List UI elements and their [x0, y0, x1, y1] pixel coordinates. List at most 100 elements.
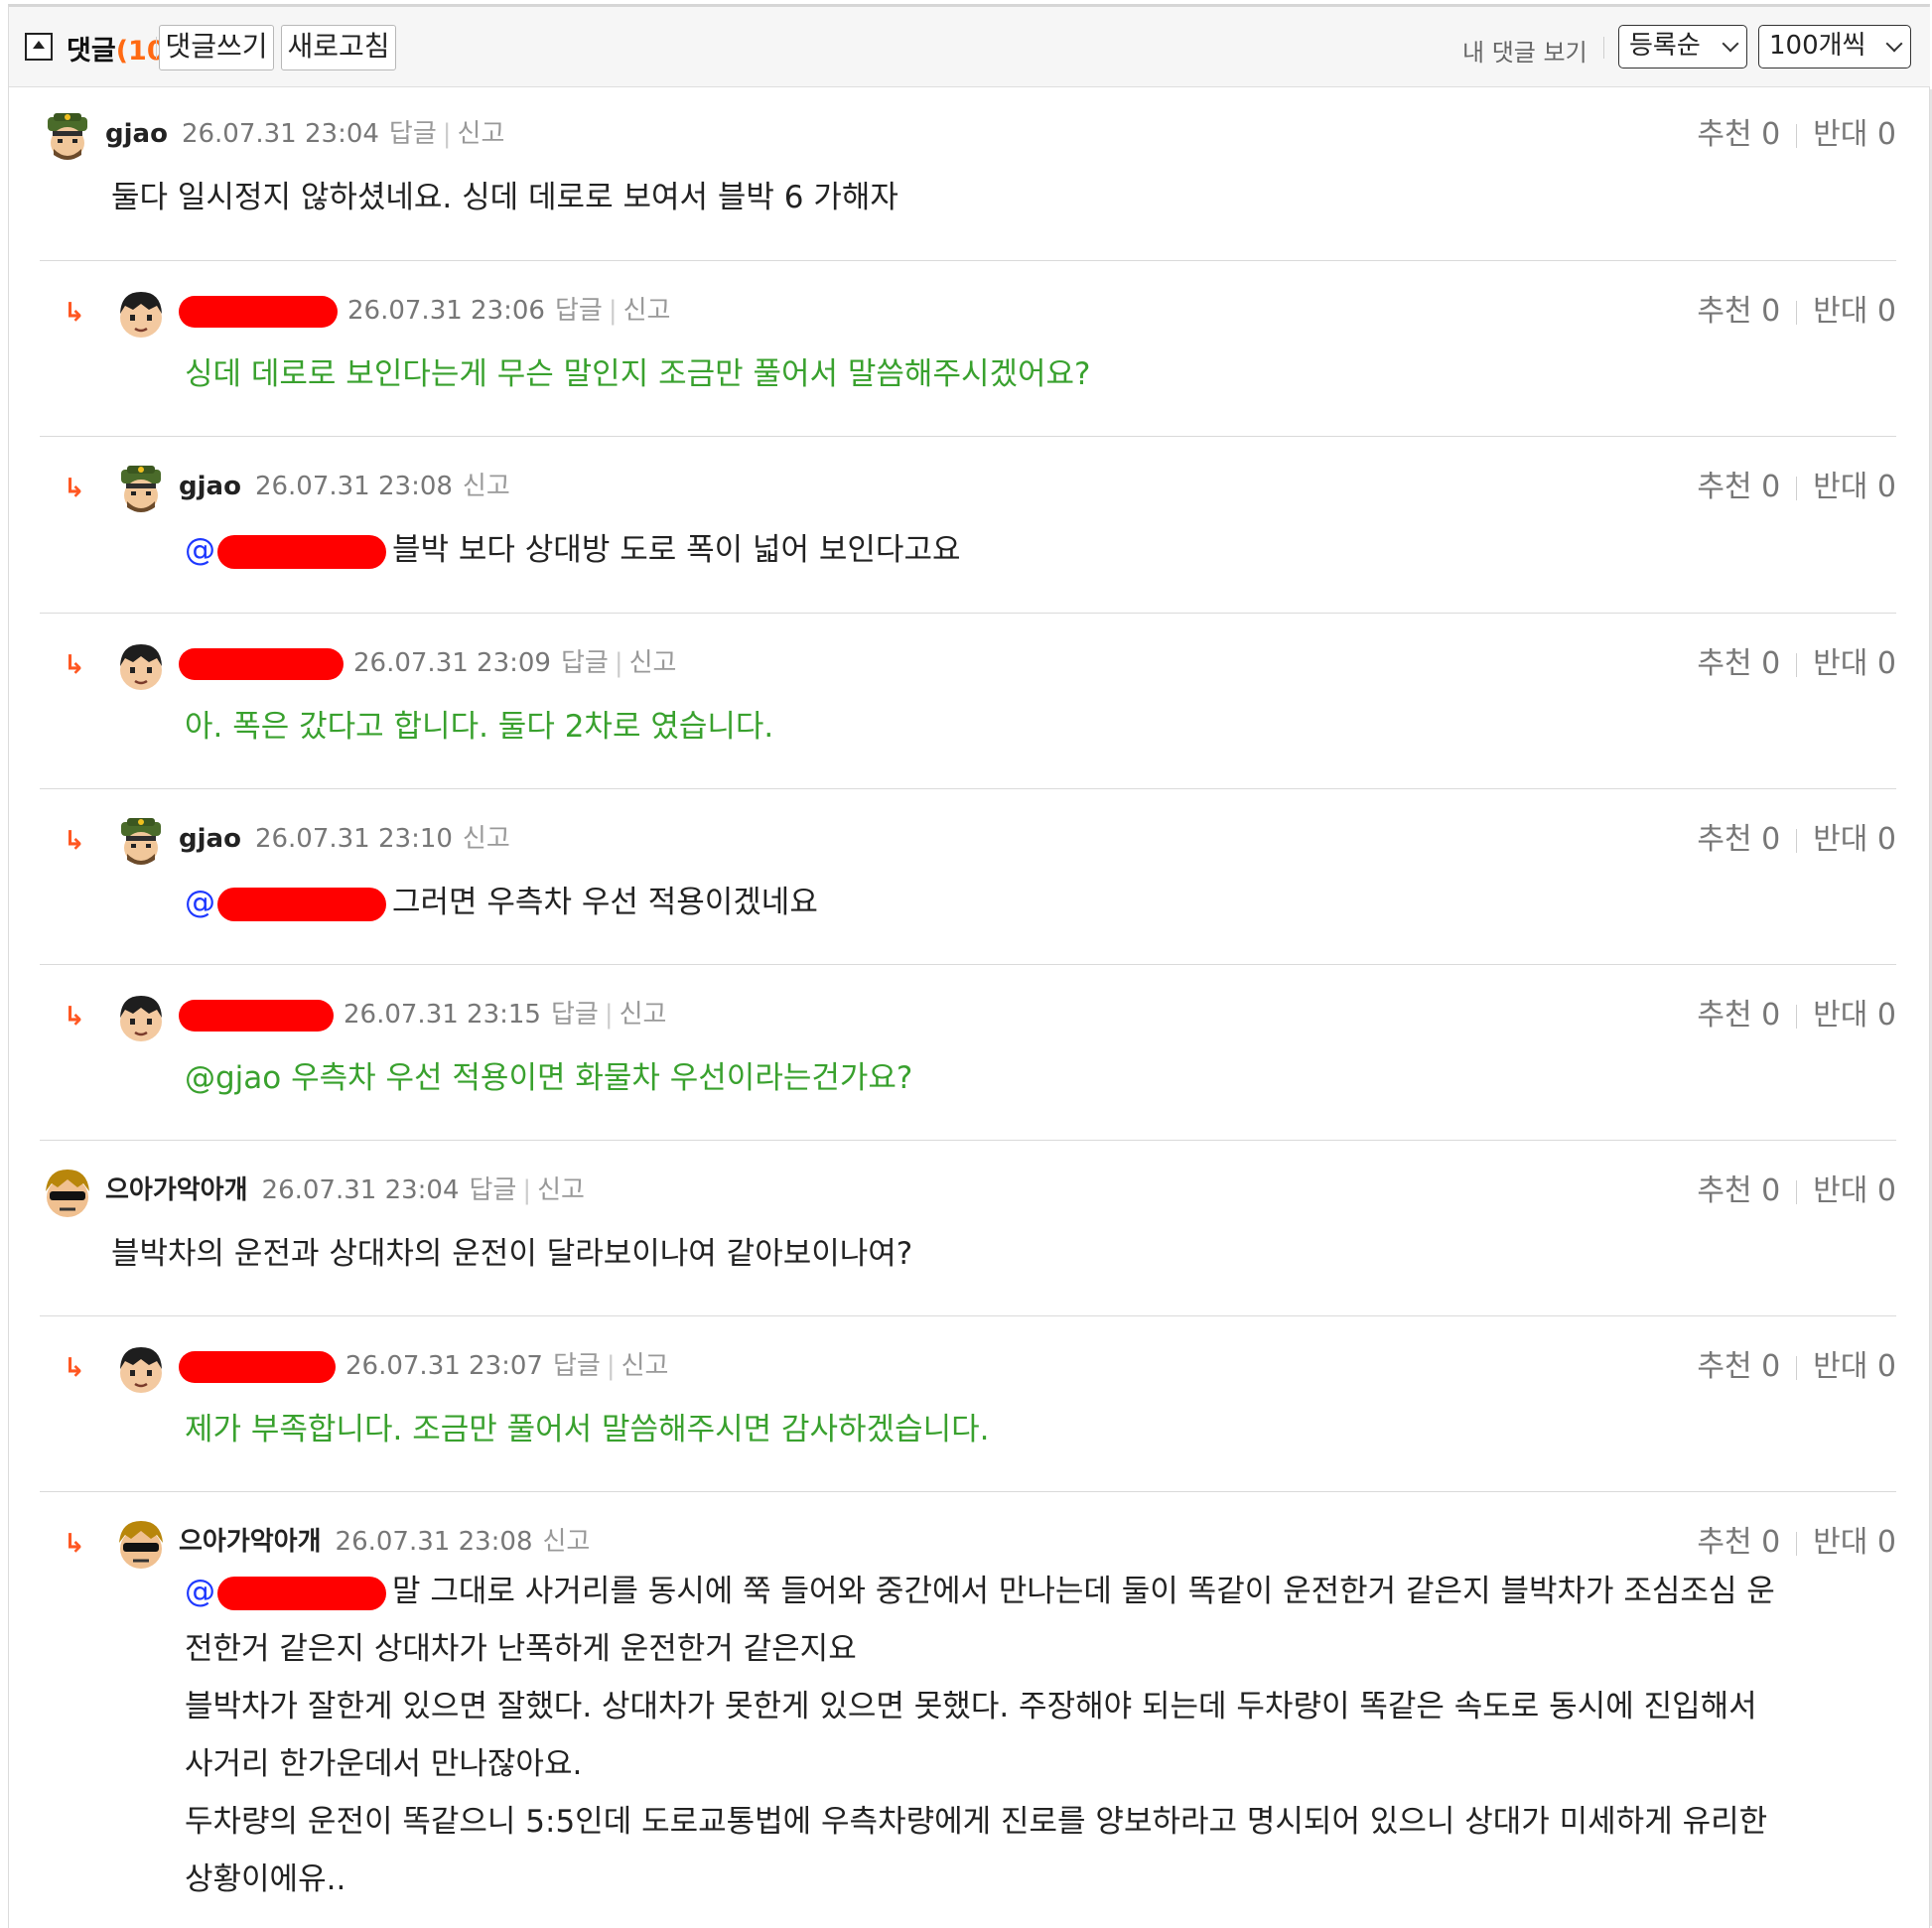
- report-link[interactable]: 신고: [623, 296, 671, 326]
- avatar-soldier-icon: [113, 462, 169, 517]
- avatar-boy-icon: [113, 638, 169, 694]
- mention[interactable]: @: [185, 532, 392, 569]
- comment-item: 으아가악아개 26.07.31 23:04 답글 | 신고 추천 0 반대 0 블박차의 …: [40, 1156, 1896, 1305]
- upvote-button[interactable]: 추천 0: [1697, 294, 1780, 329]
- divider: [40, 1140, 1896, 1141]
- comment-author[interactable]: gjao: [105, 119, 168, 149]
- sort-select[interactable]: 등록순: [1618, 25, 1747, 69]
- report-link[interactable]: 신고: [463, 824, 510, 854]
- downvote-button[interactable]: 반대 0: [1813, 1349, 1896, 1384]
- comment-meta: 26.07.31 23:09 답글 | 신고: [179, 642, 676, 680]
- comment-text: @ 그러면 우측차 우선 적용이겠네요: [185, 874, 818, 931]
- chevron-down-icon: [1885, 35, 1903, 53]
- reply-item: ↳ 26.07.31 23:15 답글 | 신고 추천 0 반대 0 @gjao 우측차…: [40, 980, 1896, 1129]
- collapse-toggle-icon[interactable]: [25, 33, 53, 61]
- upvote-button[interactable]: 추천 0: [1697, 822, 1780, 857]
- avatar-boy-icon: [113, 990, 169, 1045]
- avatar-boy-icon: [113, 286, 169, 342]
- comment-header-bar: 댓글(10) 댓글쓰기 새로고침 내 댓글 보기 등록순 100개씩: [9, 7, 1930, 87]
- per-page-select[interactable]: 100개씩: [1758, 25, 1911, 69]
- comment-author[interactable]: gjao: [179, 472, 241, 501]
- vote-box: 추천 0 반대 0: [1697, 286, 1896, 330]
- vote-box: 추천 0 반대 0: [1697, 1166, 1896, 1209]
- reply-arrow-icon: ↳: [64, 1002, 85, 1032]
- report-link[interactable]: 신고: [463, 472, 510, 501]
- downvote-button[interactable]: 반대 0: [1813, 822, 1896, 857]
- reply-link[interactable]: 답글: [555, 296, 603, 326]
- reply-arrow-icon: ↳: [64, 474, 85, 503]
- reply-link[interactable]: 답글: [389, 119, 437, 149]
- comment-meta: 으아가악아개 26.07.31 23:08 신고: [179, 1521, 590, 1558]
- upvote-button[interactable]: 추천 0: [1697, 1525, 1780, 1560]
- report-link[interactable]: 신고: [621, 1351, 669, 1381]
- comment-text: 둘다 일시정지 않하셨네요. 싱데 데로로 보여서 블박 6 가해자: [111, 180, 898, 215]
- divider: [40, 788, 1896, 789]
- write-comment-button[interactable]: 댓글쓰기: [159, 25, 274, 70]
- chevron-down-icon: [1722, 35, 1739, 53]
- report-link[interactable]: 신고: [629, 648, 677, 678]
- mention[interactable]: @: [185, 1574, 392, 1610]
- upvote-button[interactable]: 추천 0: [1697, 470, 1780, 504]
- redacted-nickname: [179, 999, 334, 1032]
- refresh-button[interactable]: 새로고침: [281, 25, 396, 70]
- my-comments-link[interactable]: 내 댓글 보기: [1462, 33, 1587, 68]
- reply-arrow-icon: ↳: [64, 650, 85, 680]
- report-link[interactable]: 신고: [458, 119, 505, 149]
- comment-author[interactable]: gjao: [179, 824, 241, 854]
- upvote-button[interactable]: 추천 0: [1697, 998, 1780, 1033]
- redacted-mention: [217, 1576, 386, 1610]
- avatar-sunglasses-icon: [40, 1166, 95, 1221]
- comment-text-body: 말 그대로 사거리를 동시에 쭉 들어와 중간에서 만나는데 둘이 똑같이 운전…: [185, 1574, 1775, 1897]
- divider: [40, 613, 1896, 614]
- upvote-button[interactable]: 추천 0: [1697, 646, 1780, 681]
- downvote-button[interactable]: 반대 0: [1813, 1525, 1896, 1560]
- vote-box: 추천 0 반대 0: [1697, 109, 1896, 153]
- comment-date: 26.07.31 23:04: [261, 1175, 460, 1205]
- comment-title-label: 댓글: [67, 36, 116, 67]
- divider: [40, 964, 1896, 965]
- comment-date: 26.07.31 23:04: [181, 119, 379, 149]
- comment-meta: gjao 26.07.31 23:10 신고: [179, 818, 510, 855]
- comment-meta: 26.07.31 23:15 답글 | 신고: [179, 994, 666, 1032]
- comment-text-body: 그러면 우측차 우선 적용이겠네요: [392, 885, 818, 920]
- reply-link[interactable]: 답글: [470, 1175, 517, 1205]
- reply-arrow-icon: ↳: [64, 1529, 85, 1559]
- comment-author[interactable]: 으아가악아개: [179, 1527, 322, 1557]
- comment-author[interactable]: 으아가악아개: [105, 1175, 248, 1205]
- downvote-button[interactable]: 반대 0: [1813, 294, 1896, 329]
- upvote-button[interactable]: 추천 0: [1697, 1173, 1780, 1208]
- comment-text: 블박차의 운전과 상대차의 운전이 달라보이나여 같아보이나여?: [111, 1236, 913, 1272]
- divider: [1603, 37, 1604, 59]
- vote-box: 추천 0 반대 0: [1697, 990, 1896, 1033]
- comment-text-body: 블박 보다 상대방 도로 폭이 넓어 보인다고요: [392, 532, 961, 568]
- per-page-select-value: 100개씩: [1769, 31, 1866, 61]
- reply-link[interactable]: 답글: [561, 648, 609, 678]
- reply-link[interactable]: 답글: [553, 1351, 601, 1381]
- mention[interactable]: @: [185, 885, 392, 921]
- downvote-button[interactable]: 반대 0: [1813, 1173, 1896, 1208]
- reply-arrow-icon: ↳: [64, 826, 85, 856]
- comment-text: 제가 부족합니다. 조금만 풀어서 말씀해주시면 감사하겠습니다.: [185, 1412, 990, 1447]
- upvote-button[interactable]: 추천 0: [1697, 117, 1780, 152]
- comment-date: 26.07.31 23:07: [345, 1351, 543, 1381]
- report-link[interactable]: 신고: [537, 1175, 585, 1205]
- downvote-button[interactable]: 반대 0: [1813, 646, 1896, 681]
- comment-meta: 으아가악아개 26.07.31 23:04 답글 | 신고: [105, 1175, 585, 1205]
- report-link[interactable]: 신고: [543, 1527, 591, 1557]
- comment-meta: gjao 26.07.31 23:04 답글 | 신고: [105, 119, 505, 149]
- divider: [40, 1315, 1896, 1316]
- vote-box: 추천 0 반대 0: [1697, 1517, 1896, 1561]
- divider: [40, 436, 1896, 437]
- report-link[interactable]: 신고: [620, 1000, 667, 1030]
- reply-item: ↳ gjao 26.07.31 23:10 신고 추천 0 반대 0 @ 그러면 우측차…: [40, 804, 1896, 953]
- redacted-nickname: [179, 295, 338, 328]
- downvote-button[interactable]: 반대 0: [1813, 117, 1896, 152]
- avatar-soldier-icon: [113, 814, 169, 870]
- reply-link[interactable]: 답글: [551, 1000, 599, 1030]
- comment-text: @ 말 그대로 사거리를 동시에 쭉 들어와 중간에서 만나는데 둘이 똑같이 운…: [185, 1563, 1853, 1908]
- downvote-button[interactable]: 반대 0: [1813, 470, 1896, 504]
- comment-meta: 26.07.31 23:06 답글 | 신고: [179, 290, 670, 328]
- redacted-mention: [217, 534, 386, 569]
- upvote-button[interactable]: 추천 0: [1697, 1349, 1780, 1384]
- downvote-button[interactable]: 반대 0: [1813, 998, 1896, 1033]
